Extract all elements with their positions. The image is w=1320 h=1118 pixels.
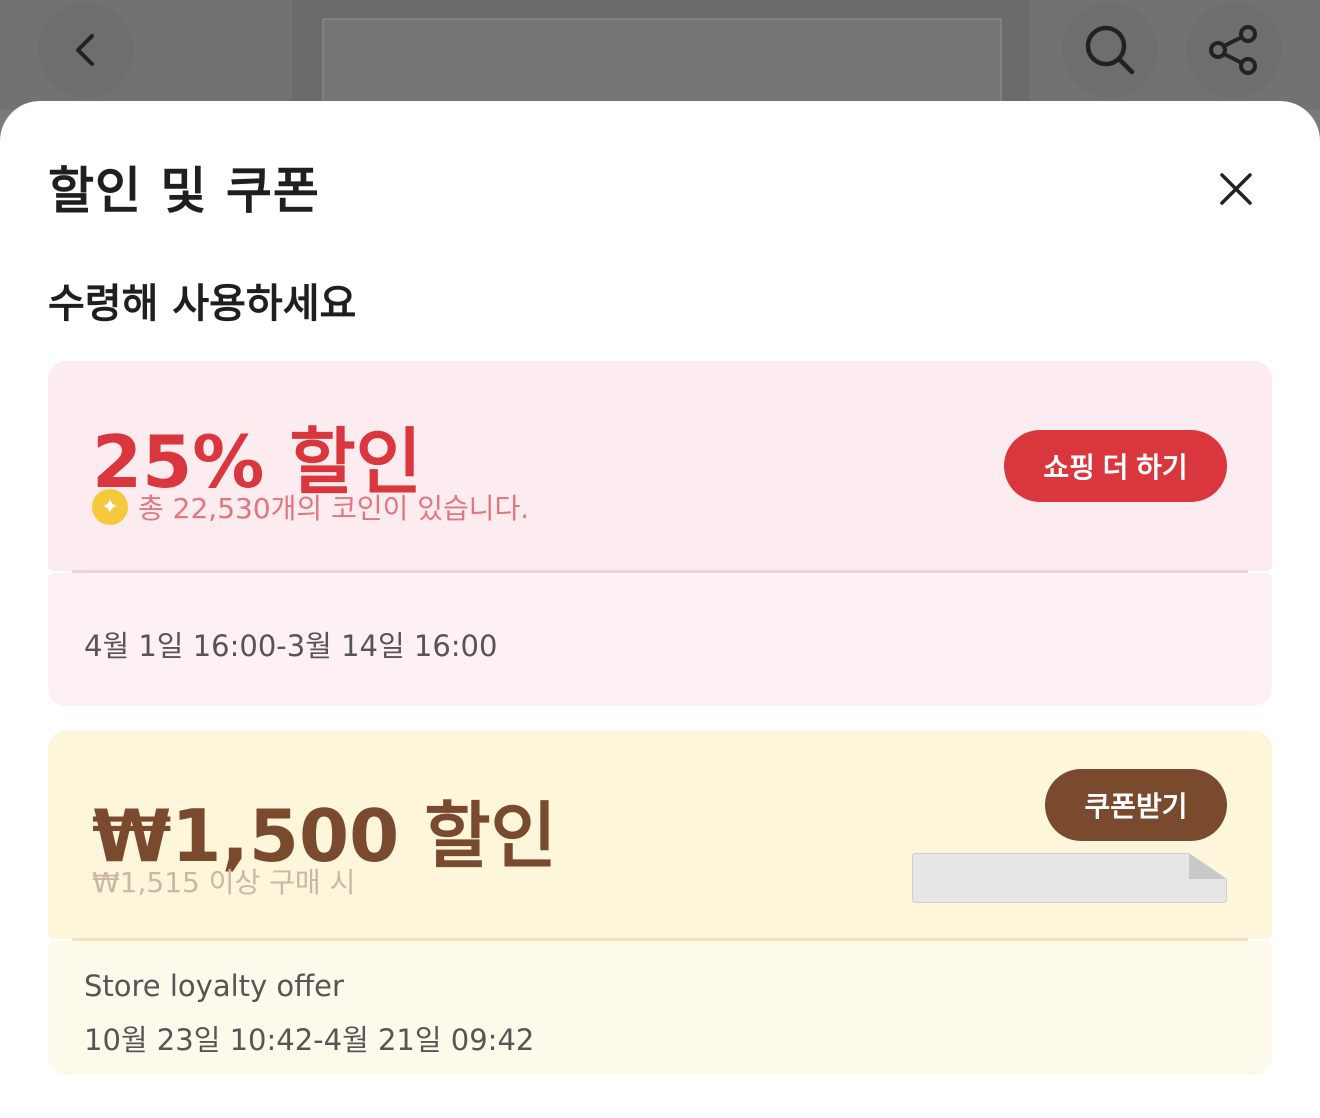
search-button[interactable]	[1062, 2, 1158, 98]
page-header	[0, 0, 1320, 118]
search-icon	[1085, 25, 1135, 75]
share-button[interactable]	[1186, 2, 1282, 98]
get-coupon-button[interactable]: 쿠폰받기	[1045, 769, 1227, 841]
coupon-card-footer: 4월 1일 16:00-3월 14일 16:00	[48, 573, 1272, 706]
coin-icon: ✦	[92, 489, 128, 525]
chevron-left-icon	[76, 34, 94, 66]
min-purchase-text: ₩1,515 이상 구매 시	[92, 866, 356, 899]
validity-period: 10월 23일 10:42-4월 21일 09:42	[84, 1023, 535, 1057]
coin-balance: ✦ 총 22,530개의 코인이 있습니다.	[92, 487, 529, 527]
validity-period: 4월 1일 16:00-3월 14일 16:00	[84, 629, 498, 663]
coupon-card-footer: Store loyalty offer 10월 23일 10:42-4월 21일…	[48, 941, 1272, 1075]
back-button[interactable]	[38, 2, 134, 98]
close-button[interactable]	[1208, 161, 1264, 217]
section-title: 수령해 사용하세요	[48, 281, 357, 327]
coupon-card-header: 25% 할인 ✦ 총 22,530개의 코인이 있습니다. 쇼핑 더 하기	[48, 361, 1272, 571]
offer-name: Store loyalty offer	[84, 969, 344, 1003]
coin-balance-text: 총 22,530개의 코인이 있습니다.	[138, 492, 530, 525]
coupon-ticket-graphic	[912, 853, 1227, 903]
sheet-title: 할인 및 쿠폰	[48, 162, 320, 220]
close-icon	[1220, 173, 1252, 205]
coupon-card-header: ₩1,500 할인 ₩1,515 이상 구매 시 쿠폰받기	[48, 731, 1272, 939]
product-image-preview	[292, 0, 1030, 118]
share-icon	[1209, 25, 1257, 75]
discount-coupon-sheet: 할인 및 쿠폰 수령해 사용하세요 25% 할인 ✦ 총 22,530개의 코인…	[0, 101, 1320, 1118]
shop-more-button[interactable]: 쇼핑 더 하기	[1004, 430, 1227, 502]
